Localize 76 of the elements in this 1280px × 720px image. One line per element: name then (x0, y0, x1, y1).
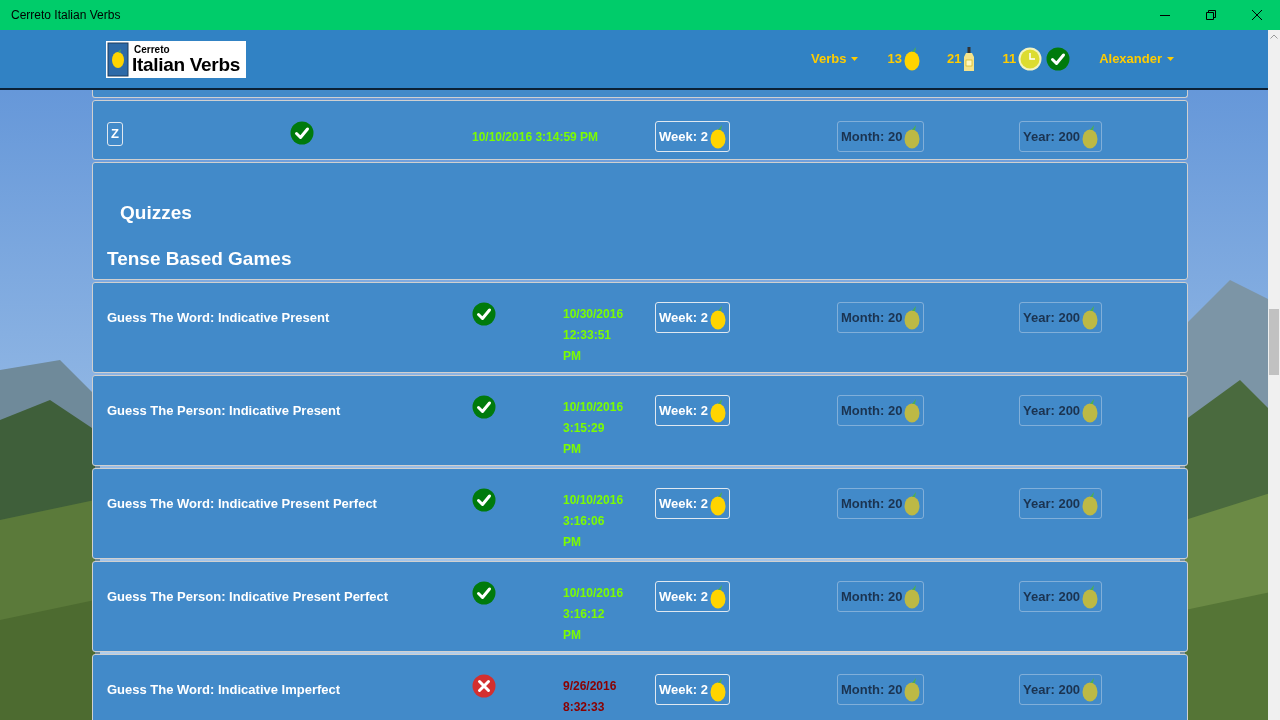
scrollbar[interactable] (1268, 30, 1280, 720)
lemon-icon (903, 47, 920, 71)
lemon-icon (904, 305, 921, 330)
section-title: Quizzes (120, 201, 193, 225)
lemon-icon (1082, 305, 1099, 330)
lemon-icon (904, 124, 921, 149)
book-lemon-icon (107, 41, 129, 77)
lemon-icon (1082, 677, 1099, 702)
date-text: 10/10/2016 3:16:12 PM (563, 585, 625, 644)
game-row[interactable]: Guess The Word: Indicative Present 10/30/2016 12:33:51 PM Week: 2 Month: 20 Year: 200 (92, 282, 1188, 373)
lemon-icon (709, 491, 726, 516)
lemon-icon (709, 398, 726, 423)
caret-icon (1167, 57, 1174, 61)
restore-icon (1206, 10, 1216, 20)
reward-badge: Week: 2 (655, 121, 730, 152)
section-subtitle: Tense Based Games (107, 246, 293, 271)
letter-tag: Z (107, 121, 123, 146)
game-row[interactable]: Guess The Word: Indicative Imperfect 9/26/2016 8:32:33 Week: 2 Month: 20 Year: 200 (92, 654, 1188, 720)
reward-badge: Month: 20 (837, 121, 925, 152)
lemon-icon (1082, 584, 1099, 609)
scrollbar-thumb[interactable] (1269, 309, 1279, 375)
close-icon (1252, 10, 1262, 20)
counter-value: 13 (887, 50, 902, 69)
lemon-icon (904, 584, 921, 609)
reward-badge: Week: 2 (655, 674, 730, 705)
reward-badge: Week: 2 (655, 488, 730, 519)
reward-badge: Week: 2 (655, 395, 730, 426)
nav-menu[interactable]: Alexander (1099, 49, 1174, 69)
counter-value: 21 (946, 50, 962, 69)
reward-badge: Month: 20 (837, 395, 925, 426)
lemon-icon (1082, 124, 1099, 149)
lemon-icon (709, 584, 726, 609)
clock-icon (1018, 47, 1043, 71)
lemon-icon (709, 677, 726, 702)
reward-badge: Week: 2 (655, 581, 730, 612)
date-text: 9/26/2016 8:32:33 (563, 678, 618, 716)
reward-badge: Year: 200 (1019, 488, 1103, 519)
reward-badge: Year: 200 (1019, 581, 1103, 612)
lemon-icon (904, 677, 921, 702)
window-title: Cerreto Italian Verbs (11, 7, 121, 24)
lemon-icon (904, 398, 921, 423)
reward-badge: Week: 2 (655, 302, 730, 333)
lemon-icon (904, 491, 921, 516)
logo[interactable]: Cerreto Italian Verbs (106, 40, 246, 78)
reward-badge: Month: 20 (837, 581, 925, 612)
reward-badge: Year: 200 (1019, 674, 1103, 705)
reward-badge: Year: 200 (1019, 302, 1103, 333)
lemon-icon (709, 305, 726, 330)
date-text: 10/10/2016 3:16:06 PM (563, 492, 625, 551)
logo-subtitle: Cerreto (134, 44, 171, 55)
reward-badge: Month: 20 (837, 488, 925, 519)
arrow-up-icon (1270, 34, 1278, 39)
lemon-icon (1082, 398, 1099, 423)
lemon-icon (1082, 491, 1099, 516)
lemon-icon (709, 124, 726, 149)
game-name: Guess The Word: Indicative Present Perfect (107, 496, 377, 511)
game-row[interactable]: Guess The Person: Indicative Present 10/10/2016 3:15:29 PM Week: 2 Month: 20 Year: 200 (92, 375, 1188, 466)
game-name: Guess The Word: Indicative Imperfect (107, 682, 341, 697)
date-text: 10/10/2016 3:15:29 PM (563, 399, 625, 458)
caret-icon (851, 57, 859, 61)
logo-title: Italian Verbs (132, 54, 241, 74)
reward-badge: Month: 20 (837, 674, 925, 705)
reward-badge: Year: 200 (1019, 395, 1103, 426)
check-icon (1046, 47, 1071, 71)
nav-menu[interactable]: Verbs (811, 49, 859, 69)
bottle-icon (963, 46, 976, 72)
reward-badge: Year: 200 (1019, 121, 1103, 152)
counter-value: 11 (1002, 50, 1017, 69)
reward-badge: Month: 20 (837, 302, 925, 333)
game-name: Guess The Person: Indicative Present Perfect (107, 589, 389, 604)
game-row[interactable]: Guess The Word: Indicative Present Perfect 10/10/2016 3:16:06 PM Week: 2 Month: 20 Year: 200 (92, 468, 1188, 559)
date-text: 10/10/2016 3:14:59 PM (472, 130, 599, 144)
game-name: Guess The Person: Indicative Present (107, 403, 341, 418)
date-text: 10/30/2016 12:33:51 PM (563, 306, 625, 365)
game-row[interactable]: Guess The Person: Indicative Present Perfect 10/10/2016 3:16:12 PM Week: 2 Month: 20 Year: 200 (92, 561, 1188, 652)
game-name: Guess The Word: Indicative Present (107, 310, 330, 325)
